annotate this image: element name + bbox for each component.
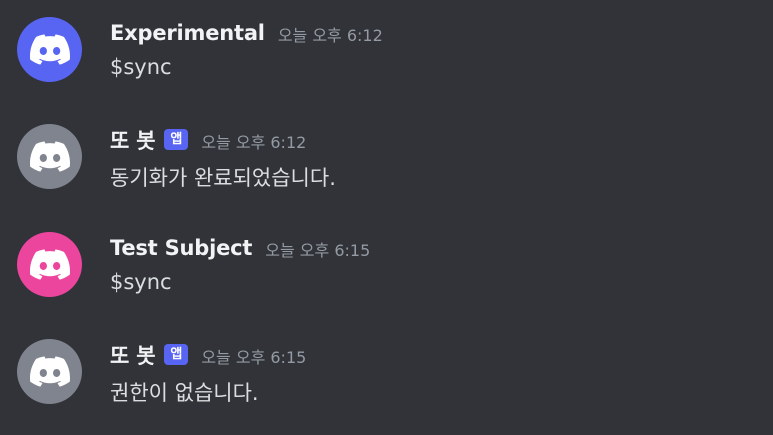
app-badge: 앱	[164, 128, 189, 150]
username[interactable]: 또 봇	[110, 125, 156, 155]
message-header: Test Subject 오늘 오후 6:15	[110, 232, 370, 264]
avatar[interactable]	[17, 17, 82, 82]
discord-logo-icon	[29, 34, 70, 65]
app-badge: 앱	[164, 343, 189, 365]
timestamp[interactable]: 오늘 오후 6:15	[265, 237, 370, 261]
timestamp[interactable]: 오늘 오후 6:12	[278, 22, 383, 46]
message: 또 봇 앱 오늘 오후 6:12 동기화가 완료되었습니다.	[0, 124, 773, 214]
message-content: 동기화가 완료되었습니다.	[110, 166, 336, 190]
message-header: Experimental 오늘 오후 6:12	[110, 17, 383, 49]
username[interactable]: 또 봇	[110, 340, 156, 370]
timestamp[interactable]: 오늘 오후 6:12	[201, 129, 306, 153]
message-content: 권한이 없습니다.	[110, 381, 259, 405]
avatar[interactable]	[17, 339, 82, 404]
avatar[interactable]	[17, 124, 82, 189]
message-content: $sync	[110, 270, 172, 294]
message-header: 또 봇 앱 오늘 오후 6:12	[110, 124, 306, 156]
chat-messages: Experimental 오늘 오후 6:12 $sync 또 봇 앱 오늘 오…	[0, 0, 773, 435]
username[interactable]: Test Subject	[110, 236, 252, 260]
discord-logo-icon	[29, 249, 70, 280]
avatar[interactable]	[17, 232, 82, 297]
message-content: $sync	[110, 55, 172, 79]
message: Experimental 오늘 오후 6:12 $sync	[0, 17, 773, 107]
username[interactable]: Experimental	[110, 21, 265, 45]
message: Test Subject 오늘 오후 6:15 $sync	[0, 232, 773, 322]
message: 또 봇 앱 오늘 오후 6:15 권한이 없습니다.	[0, 339, 773, 429]
message-header: 또 봇 앱 오늘 오후 6:15	[110, 339, 306, 371]
timestamp[interactable]: 오늘 오후 6:15	[201, 344, 306, 368]
discord-logo-icon	[29, 141, 70, 172]
discord-logo-icon	[29, 356, 70, 387]
